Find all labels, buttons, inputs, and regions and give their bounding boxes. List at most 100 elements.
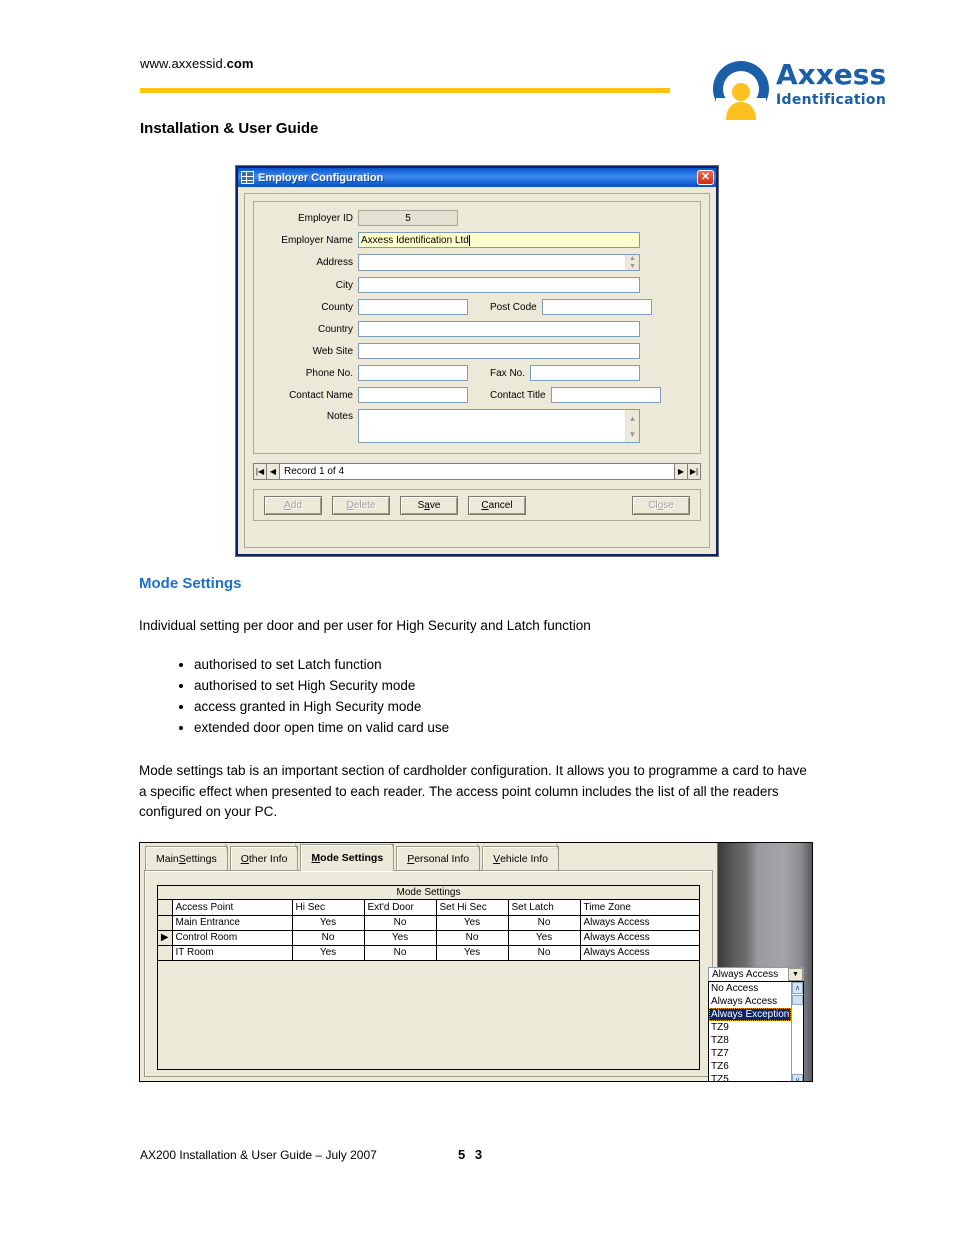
option-no-access[interactable]: No Access bbox=[709, 982, 791, 995]
column-header-time-zone[interactable]: Time Zone bbox=[580, 900, 699, 916]
option-tz7[interactable]: TZ7 bbox=[709, 1047, 791, 1060]
field-row-employer-id: Employer ID 5 bbox=[262, 210, 692, 226]
tab-other-info[interactable]: Other Info bbox=[229, 844, 305, 871]
tab-main-settings[interactable]: Main Settings bbox=[145, 844, 234, 871]
tab-personal-info[interactable]: Personal Info bbox=[396, 844, 487, 871]
cell-time-zone[interactable]: Always Access bbox=[580, 915, 699, 931]
chevron-down-icon[interactable]: ▼ bbox=[626, 262, 639, 270]
scroll-down-icon[interactable]: ∨ bbox=[792, 1074, 803, 1081]
last-record-button[interactable]: ▶| bbox=[687, 464, 700, 479]
first-record-button[interactable]: |◀ bbox=[254, 464, 267, 479]
close-button-pre: Cl bbox=[648, 499, 658, 511]
chevron-down-icon[interactable]: ▼ bbox=[788, 968, 803, 981]
input-fax-no[interactable] bbox=[530, 365, 641, 381]
tab-other-info-post: ther Info bbox=[248, 853, 288, 865]
delete-button[interactable]: Delete bbox=[332, 495, 390, 515]
input-notes[interactable]: ▲ ▼ bbox=[358, 409, 640, 443]
logo-person-icon bbox=[710, 58, 772, 120]
section-body-paragraph: Mode settings tab is an important sectio… bbox=[139, 763, 807, 819]
row-marker[interactable] bbox=[158, 945, 173, 961]
label-employer-name: Employer Name bbox=[281, 234, 353, 246]
save-button[interactable]: Sa ve bbox=[400, 495, 458, 515]
label-web-site: Web Site bbox=[312, 345, 353, 357]
notes-scrollbar[interactable]: ▲ ▼ bbox=[625, 410, 639, 442]
tab-vehicle-info[interactable]: Vehicle Info bbox=[482, 844, 566, 871]
tab-mode-settings[interactable]: Mode Settings bbox=[300, 843, 401, 871]
input-post-code[interactable] bbox=[541, 299, 652, 315]
row-marker[interactable]: ▶ bbox=[158, 930, 173, 946]
close-button[interactable]: Cl o se bbox=[632, 495, 690, 515]
scrollbar-track[interactable] bbox=[792, 1005, 803, 1074]
cell-access-point[interactable]: Control Room bbox=[172, 930, 293, 946]
record-position-text: Record 1 of 4 bbox=[284, 466, 345, 477]
column-header-access-point[interactable]: Access Point bbox=[172, 900, 293, 916]
column-header-set-latch[interactable]: Set Latch bbox=[508, 900, 581, 916]
option-tz8[interactable]: TZ8 bbox=[709, 1034, 791, 1047]
footer-text: AX200 Installation & User Guide – July 2… bbox=[140, 1148, 377, 1162]
document-page: www.axxessid.com Installation & User Gui… bbox=[0, 0, 954, 1235]
table-row[interactable]: IT Room Yes No Yes No Always Access bbox=[158, 945, 699, 961]
option-always-exception[interactable]: Always Exception bbox=[709, 1008, 791, 1021]
record-navigator[interactable]: |◀ ◀ Record 1 of 4 ▶ ▶| bbox=[253, 463, 701, 480]
column-header-hi-sec[interactable]: Hi Sec bbox=[292, 900, 365, 916]
cell-extd-door[interactable]: No bbox=[364, 945, 437, 961]
cell-set-latch[interactable]: Yes bbox=[508, 930, 581, 946]
address-spinner[interactable]: ▲ ▼ bbox=[625, 255, 639, 270]
time-zone-combobox[interactable]: Always Access ▼ No Access Always Access … bbox=[708, 967, 804, 1081]
table-row[interactable]: Main Entrance Yes No Yes No Always Acces… bbox=[158, 915, 699, 931]
row-marker[interactable] bbox=[158, 915, 173, 931]
input-contact-title[interactable] bbox=[550, 387, 661, 403]
table-row[interactable]: ▶ Control Room No Yes No Yes Always Acce… bbox=[158, 930, 699, 946]
chevron-up-icon[interactable]: ▲ bbox=[626, 410, 639, 426]
cell-hi-sec[interactable]: Yes bbox=[292, 945, 365, 961]
option-tz6[interactable]: TZ6 bbox=[709, 1060, 791, 1073]
column-header-extd-door[interactable]: Ext'd Door bbox=[364, 900, 437, 916]
add-button[interactable]: Add bbox=[264, 495, 322, 515]
cell-set-hi-sec[interactable]: Yes bbox=[436, 915, 509, 931]
option-tz5[interactable]: TZ5 bbox=[709, 1073, 791, 1081]
input-contact-name[interactable] bbox=[358, 387, 468, 403]
cancel-button[interactable]: Cancel bbox=[468, 495, 526, 515]
close-icon[interactable]: ✕ bbox=[697, 170, 714, 185]
cell-hi-sec[interactable]: Yes bbox=[292, 915, 365, 931]
grid-caption: Mode Settings bbox=[158, 886, 699, 900]
column-header-set-hi-sec[interactable]: Set Hi Sec bbox=[436, 900, 509, 916]
cell-set-hi-sec[interactable]: Yes bbox=[436, 945, 509, 961]
chevron-up-icon[interactable]: ▲ bbox=[626, 255, 639, 263]
cell-time-zone[interactable]: Always Access bbox=[580, 945, 699, 961]
cell-access-point[interactable]: Main Entrance bbox=[172, 915, 293, 931]
option-always-access[interactable]: Always Access bbox=[709, 995, 791, 1008]
cell-extd-door[interactable]: No bbox=[364, 915, 437, 931]
cell-set-latch[interactable]: No bbox=[508, 945, 581, 961]
next-record-button[interactable]: ▶ bbox=[674, 464, 687, 479]
input-county[interactable] bbox=[358, 299, 468, 315]
input-phone-no[interactable] bbox=[358, 365, 468, 381]
previous-record-button[interactable]: ◀ bbox=[267, 464, 280, 479]
input-city[interactable] bbox=[358, 277, 640, 293]
combobox-display[interactable]: Always Access ▼ bbox=[708, 967, 804, 982]
input-employer-name[interactable]: Axxess Identification Ltd bbox=[358, 232, 640, 248]
cancel-button-post: ancel bbox=[488, 499, 513, 511]
site-url: www.axxessid.com bbox=[140, 56, 254, 71]
input-notes-value[interactable] bbox=[359, 410, 625, 442]
input-address-value[interactable] bbox=[359, 255, 625, 270]
cell-time-zone[interactable]: Always Access bbox=[580, 930, 699, 946]
cell-set-hi-sec[interactable]: No bbox=[436, 930, 509, 946]
tab-personal-info-key: P bbox=[407, 853, 415, 865]
combobox-scrollbar[interactable]: ∧ ∨ bbox=[791, 982, 803, 1081]
cell-hi-sec[interactable]: No bbox=[292, 930, 365, 946]
field-row-city: City bbox=[262, 277, 692, 293]
option-tz9[interactable]: TZ9 bbox=[709, 1021, 791, 1034]
input-address[interactable]: ▲ ▼ bbox=[358, 254, 640, 271]
combobox-option-list[interactable]: No Access Always Access Always Exception… bbox=[708, 981, 804, 1081]
scroll-up-icon[interactable]: ∧ bbox=[792, 982, 803, 994]
grid-icon bbox=[241, 171, 254, 184]
input-web-site[interactable] bbox=[358, 343, 640, 359]
scrollbar-thumb[interactable] bbox=[792, 995, 803, 1005]
cell-extd-door[interactable]: Yes bbox=[364, 930, 437, 946]
chevron-down-icon[interactable]: ▼ bbox=[626, 426, 639, 442]
cell-set-latch[interactable]: No bbox=[508, 915, 581, 931]
tab-vehicle-info-post: ehicle Info bbox=[500, 853, 548, 865]
input-country[interactable] bbox=[358, 321, 640, 337]
cell-access-point[interactable]: IT Room bbox=[172, 945, 293, 961]
